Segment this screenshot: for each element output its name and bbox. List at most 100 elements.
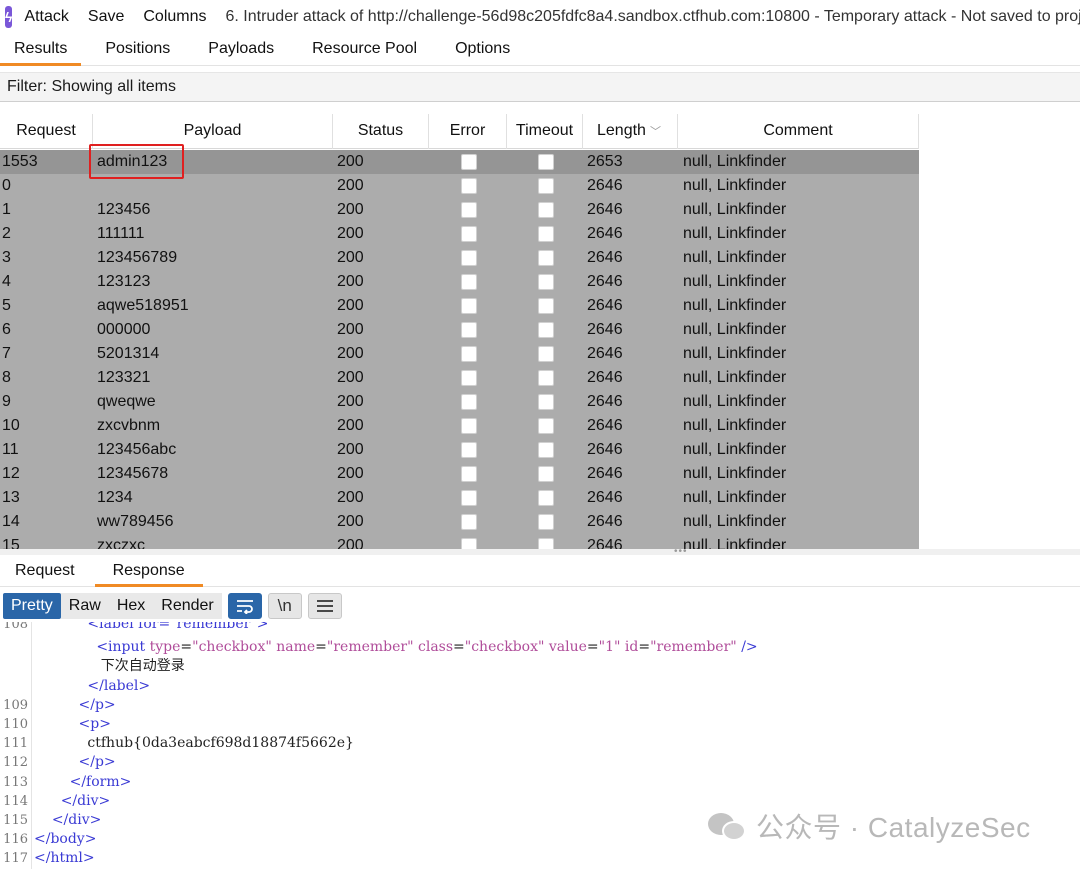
column-header-request[interactable]: Request [0,114,93,149]
error-checkbox [461,466,477,482]
column-header-status[interactable]: Status [333,114,429,149]
results-table: Request Payload Status Error Timeout Len… [0,114,1080,549]
tab-positions[interactable]: Positions [105,34,170,65]
column-header-length[interactable]: Length ﹀ [583,114,678,149]
column-header-error[interactable]: Error [429,114,507,149]
tab-resource-pool[interactable]: Resource Pool [312,34,417,65]
cell-comment: null, Linkfinder [683,297,787,314]
watermark-text: 公众号 · CatalyzeSec [756,812,1031,843]
cell-length: 2646 [587,321,623,338]
timeout-checkbox [538,346,554,362]
line-number: 113 [3,774,28,790]
error-checkbox [461,370,477,386]
line-number: 110 [3,717,28,732]
menu-save[interactable]: Save [88,8,124,26]
cell-length: 2646 [587,201,623,218]
newline-icon[interactable]: \n [267,593,302,619]
tab-response[interactable]: Response [94,556,203,587]
table-row[interactable]: 4 123123 200 2646 null, Linkfinder [0,270,919,294]
table-row[interactable]: 2 111111 200 2646 null, Linkfinder [0,222,919,246]
table-row[interactable]: 6 000000 200 2646 null, Linkfinder [0,318,919,342]
cell-request: 1553 [2,153,38,170]
timeout-checkbox [538,250,554,266]
tab-results[interactable]: Results [0,34,82,66]
watermark: 公众号 · CatalyzeSec [708,806,1031,846]
column-header-timeout[interactable]: Timeout [507,114,583,149]
timeout-checkbox [538,154,554,170]
cell-request: 7 [2,345,11,362]
line-number: 109 [3,697,28,713]
table-row[interactable]: 10 zxcvbnm 200 2646 null, Linkfinder [0,414,919,438]
table-row[interactable]: 5 aqwe518951 200 2646 null, Linkfinder [0,294,919,318]
cell-status: 200 [337,201,364,218]
view-hex-button[interactable]: Hex [108,593,154,619]
menu-icon[interactable] [307,593,342,619]
cell-length: 2646 [587,417,623,434]
timeout-checkbox [538,370,554,386]
cell-length: 2646 [587,225,623,242]
table-row[interactable]: 15 zxczxc 200 2646 null, Linkfinder [0,534,919,549]
cell-payload: zxczxc [97,537,145,549]
view-raw-button[interactable]: Raw [60,593,109,619]
view-render-button[interactable]: Render [153,593,222,619]
cell-comment: null, Linkfinder [683,369,787,386]
error-checkbox [461,442,477,458]
line-number: 108 [3,622,28,632]
cell-length: 2646 [587,513,623,530]
cell-length: 2646 [587,273,623,290]
error-checkbox [461,394,477,410]
table-row[interactable]: 13 1234 200 2646 null, Linkfinder [0,486,919,510]
cell-length: 2646 [587,441,623,458]
tab-payloads[interactable]: Payloads [208,34,274,65]
table-row[interactable]: 11 123456abc 200 2646 null, Linkfinder [0,438,919,462]
error-checkbox [461,538,477,549]
cell-length: 2653 [587,153,623,170]
cell-payload: 12345678 [97,465,169,482]
code-line: 112 </p> [0,753,115,772]
cell-status: 200 [337,273,364,290]
tab-options[interactable]: Options [455,34,510,65]
error-checkbox [461,418,477,434]
wechat-icon [708,811,748,841]
cell-status: 200 [337,489,364,506]
pane-splitter[interactable] [0,549,1080,555]
timeout-checkbox [538,514,554,530]
wrap-icon[interactable] [227,593,262,619]
menu-columns[interactable]: Columns [143,8,206,26]
table-row[interactable]: 14 ww789456 200 2646 null, Linkfinder [0,510,919,534]
column-header-comment[interactable]: Comment [678,114,919,149]
table-row[interactable]: 7 5201314 200 2646 null, Linkfinder [0,342,919,366]
editor-toolbar: Pretty Raw Hex Render \n [0,591,1080,621]
burp-logo-icon: ϟ [5,6,13,28]
cell-status: 200 [337,441,364,458]
cell-payload: 123456789 [97,249,178,266]
table-row[interactable]: 1 123456 200 2646 null, Linkfinder [0,198,919,222]
splitter-grip-icon[interactable]: ••• [674,547,688,557]
code-line: 115 </div> [0,811,101,830]
view-pretty-button[interactable]: Pretty [3,593,61,619]
table-row[interactable]: 8 123321 200 2646 null, Linkfinder [0,366,919,390]
error-checkbox [461,322,477,338]
filter-bar[interactable]: Filter: Showing all items [0,72,1080,102]
cell-payload: 123321 [97,369,151,386]
code-line: 111 ctfhub{0da3eabcf698d18874f5662e} [0,734,354,753]
error-checkbox [461,490,477,506]
table-row[interactable]: 12 12345678 200 2646 null, Linkfinder [0,462,919,486]
timeout-checkbox [538,298,554,314]
cell-comment: null, Linkfinder [683,417,787,434]
cell-comment: null, Linkfinder [683,321,787,338]
cell-request: 12 [2,465,20,482]
message-tabs: Request Response [0,556,1080,587]
cell-request: 6 [2,321,11,338]
code-line: </label> [87,677,151,694]
menu-attack[interactable]: Attack [24,8,68,26]
cell-request: 4 [2,273,11,290]
cell-comment: null, Linkfinder [683,513,787,530]
cell-status: 200 [337,537,364,549]
cell-request: 5 [2,297,11,314]
code-line: 116 </body> [0,830,96,849]
tab-request[interactable]: Request [15,556,75,586]
line-number: 111 [3,736,28,752]
table-row[interactable]: 3 123456789 200 2646 null, Linkfinder [0,246,919,270]
table-row[interactable]: 9 qweqwe 200 2646 null, Linkfinder [0,390,919,414]
